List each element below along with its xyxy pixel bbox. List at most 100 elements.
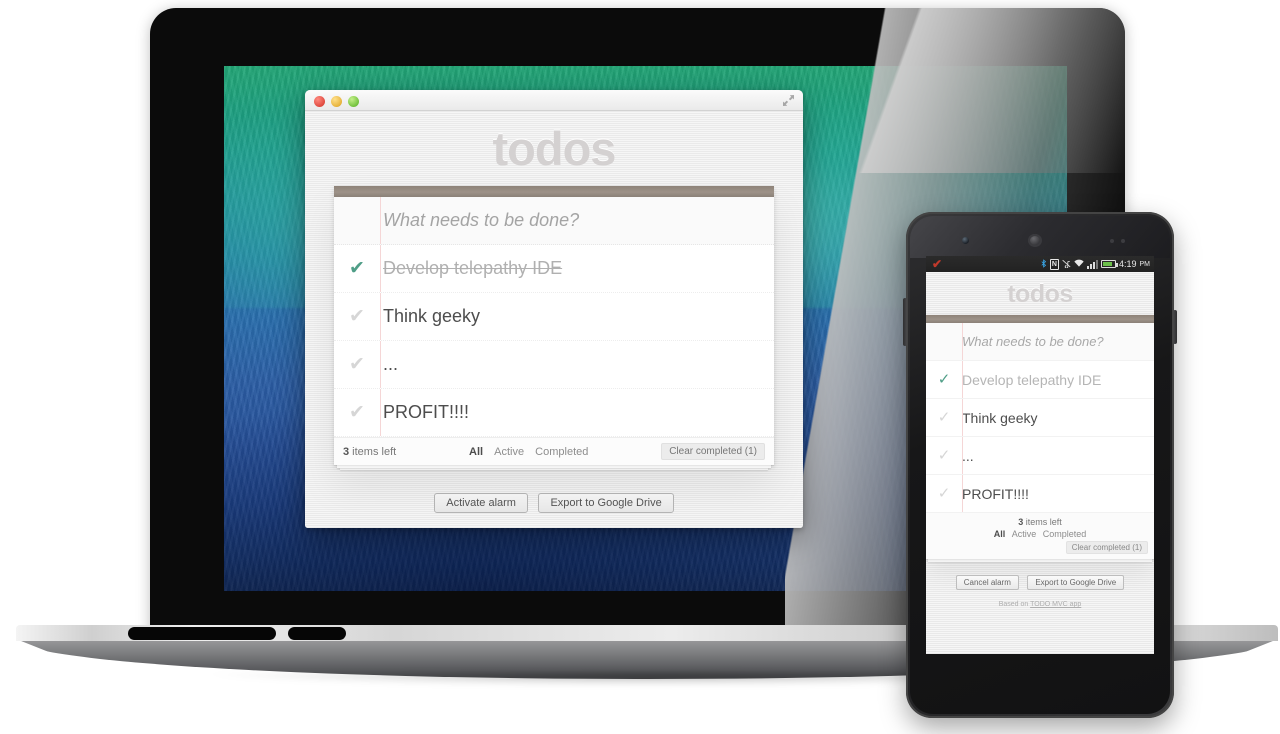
battery-icon	[1100, 260, 1118, 268]
clear-completed-button[interactable]: Clear completed (1)	[661, 443, 765, 460]
todo-item-label: Think geeky	[383, 306, 481, 326]
todo-item-row[interactable]: ✔ PROFIT!!!!	[334, 389, 774, 437]
todo-checkbox-icon[interactable]: ✔	[334, 355, 380, 374]
laptop-base-notch	[128, 627, 276, 640]
phone-screen: ✔ N 4:19 PM todos What needs to be done?…	[926, 256, 1154, 654]
nfc-icon: N	[1049, 258, 1059, 270]
proximity-sensor-icon	[1110, 239, 1114, 243]
phone-new-todo-row[interactable]: What needs to be done?	[926, 323, 1154, 361]
todo-item-label: Develop telepathy IDE	[383, 258, 563, 278]
todo-item-row[interactable]: ✔ Develop telepathy IDE	[334, 245, 774, 293]
phone-filter-all[interactable]: All	[994, 529, 1006, 539]
screenshot-stage: todos What needs to be done? ✔ Develop t…	[0, 0, 1280, 734]
earpiece-speaker-icon	[1028, 234, 1042, 247]
todo-checkbox-icon[interactable]: ✔	[334, 307, 380, 326]
phone-top-glass	[910, 216, 1170, 258]
laptop-base-notch	[288, 627, 346, 640]
phone-todo-item-row[interactable]: ✓ Develop telepathy IDE	[926, 361, 1154, 399]
todo-footer: 3 items left All Active Completed Clear …	[334, 437, 774, 465]
bluetooth-icon	[1041, 258, 1047, 270]
export-to-google-drive-button[interactable]: Export to Google Drive	[538, 493, 674, 513]
light-sensor-icon	[1121, 239, 1125, 243]
phone-cancel-alarm-button[interactable]: Cancel alarm	[955, 575, 1019, 590]
toggle-all-bar[interactable]	[334, 186, 774, 197]
phone-credit-prefix: Based on	[998, 601, 1031, 608]
phone-credit-link[interactable]: TODO MVC app	[1030, 601, 1081, 608]
signal-icon	[1086, 259, 1098, 269]
phone-todo-checkbox-icon[interactable]: ✓	[926, 448, 962, 463]
items-left-suffix: items left	[349, 445, 397, 458]
phone-credit-line: Based on TODO MVC app	[926, 601, 1154, 608]
status-bar-system-icons: N 4:19 PM	[1041, 258, 1151, 270]
lid-reflection-highlight	[825, 8, 1125, 173]
page-title: todos	[492, 122, 617, 175]
phone-items-left-suffix: items left	[1023, 517, 1062, 527]
phone-export-to-google-drive-button[interactable]: Export to Google Drive	[1027, 575, 1125, 590]
minimize-icon[interactable]	[331, 96, 342, 107]
filter-all[interactable]: All	[469, 446, 483, 458]
close-icon[interactable]	[314, 96, 325, 107]
notebook-margin-line	[962, 399, 963, 436]
phone-page-title: todos	[1007, 280, 1073, 308]
filter-active[interactable]: Active	[494, 446, 524, 458]
front-camera-icon	[962, 237, 969, 244]
items-left-count: 3 items left	[343, 446, 396, 458]
phone-todo-item-label: Think geeky	[962, 409, 1038, 426]
power-button[interactable]	[1173, 310, 1177, 344]
phone-todo-item-row[interactable]: ✓ Think geeky	[926, 399, 1154, 437]
notebook-margin-line	[380, 197, 381, 244]
volume-button[interactable]	[903, 298, 907, 346]
notebook-margin-line	[962, 323, 963, 360]
status-bar-time: 4:19	[1118, 259, 1137, 269]
mute-icon	[1062, 259, 1071, 270]
notebook-margin-line	[380, 341, 381, 388]
activate-alarm-button[interactable]: Activate alarm	[434, 493, 528, 513]
todo-checkbox-icon[interactable]: ✔	[334, 259, 380, 278]
todo-item-label: PROFIT!!!!	[383, 402, 470, 422]
notebook-margin-line	[380, 389, 381, 436]
expand-arrows-icon[interactable]	[782, 94, 795, 107]
todo-checkbox-icon[interactable]: ✔	[334, 403, 380, 422]
todo-app-card: What needs to be done? ✔ Develop telepat…	[334, 186, 774, 465]
phone-todo-app-card: What needs to be done? ✓ Develop telepat…	[926, 315, 1154, 559]
phone-todo-footer: 3 items left All Active Completed Clear …	[926, 513, 1154, 559]
status-bar-notifications: ✔	[930, 258, 1041, 270]
filter-group: All Active Completed	[396, 446, 661, 458]
phone-todo-checkbox-icon[interactable]: ✓	[926, 486, 962, 501]
todo-item-row[interactable]: ✔ Think geeky	[334, 293, 774, 341]
todo-desktop-window: todos What needs to be done? ✔ Develop t…	[305, 90, 803, 528]
phone-app-body: todos What needs to be done? ✓ Develop t…	[926, 272, 1154, 654]
phone-todo-item-row[interactable]: ✓ ...	[926, 437, 1154, 475]
new-todo-input[interactable]: What needs to be done?	[380, 210, 774, 231]
phone-todo-checkbox-icon[interactable]: ✓	[926, 372, 962, 387]
phone-toggle-all-bar[interactable]	[926, 315, 1154, 323]
notebook-margin-line	[380, 293, 381, 340]
window-titlebar	[305, 90, 803, 111]
phone-filter-group: All Active Completed	[932, 529, 1148, 539]
phone-clear-completed-button[interactable]: Clear completed (1)	[1065, 541, 1148, 554]
phone-clear-wrap: Clear completed (1)	[932, 541, 1148, 554]
android-status-bar: ✔ N 4:19 PM	[926, 256, 1154, 272]
wifi-icon	[1074, 259, 1084, 270]
phone-todo-checkbox-icon[interactable]: ✓	[926, 410, 962, 425]
notebook-margin-line	[380, 245, 381, 292]
extra-buttons-group: Activate alarm Export to Google Drive	[305, 493, 803, 513]
zoom-icon[interactable]	[348, 96, 359, 107]
phone-new-todo-input[interactable]: What needs to be done?	[962, 334, 1154, 349]
phone-extra-buttons-group: Cancel alarm Export to Google Drive	[926, 572, 1154, 590]
notebook-margin-line	[962, 361, 963, 398]
phone-items-left-count: 3 items left	[932, 517, 1148, 527]
phone-todo-item-row[interactable]: ✓ PROFIT!!!!	[926, 475, 1154, 513]
filter-completed[interactable]: Completed	[535, 446, 588, 458]
todo-item-label: ...	[383, 354, 399, 374]
phone-todo-item-label: PROFIT!!!!	[962, 485, 1029, 502]
todo-item-row[interactable]: ✔ ...	[334, 341, 774, 389]
phone-device: ✔ N 4:19 PM todos What needs to be done?…	[903, 212, 1177, 734]
notification-check-icon: ✔	[932, 257, 943, 271]
phone-todo-item-label: Develop telepathy IDE	[962, 371, 1102, 388]
phone-filter-active[interactable]: Active	[1012, 529, 1037, 539]
notebook-margin-line	[962, 437, 963, 474]
phone-filter-completed[interactable]: Completed	[1043, 529, 1087, 539]
new-todo-row[interactable]: What needs to be done?	[334, 197, 774, 245]
status-bar-ampm: PM	[1139, 260, 1151, 268]
